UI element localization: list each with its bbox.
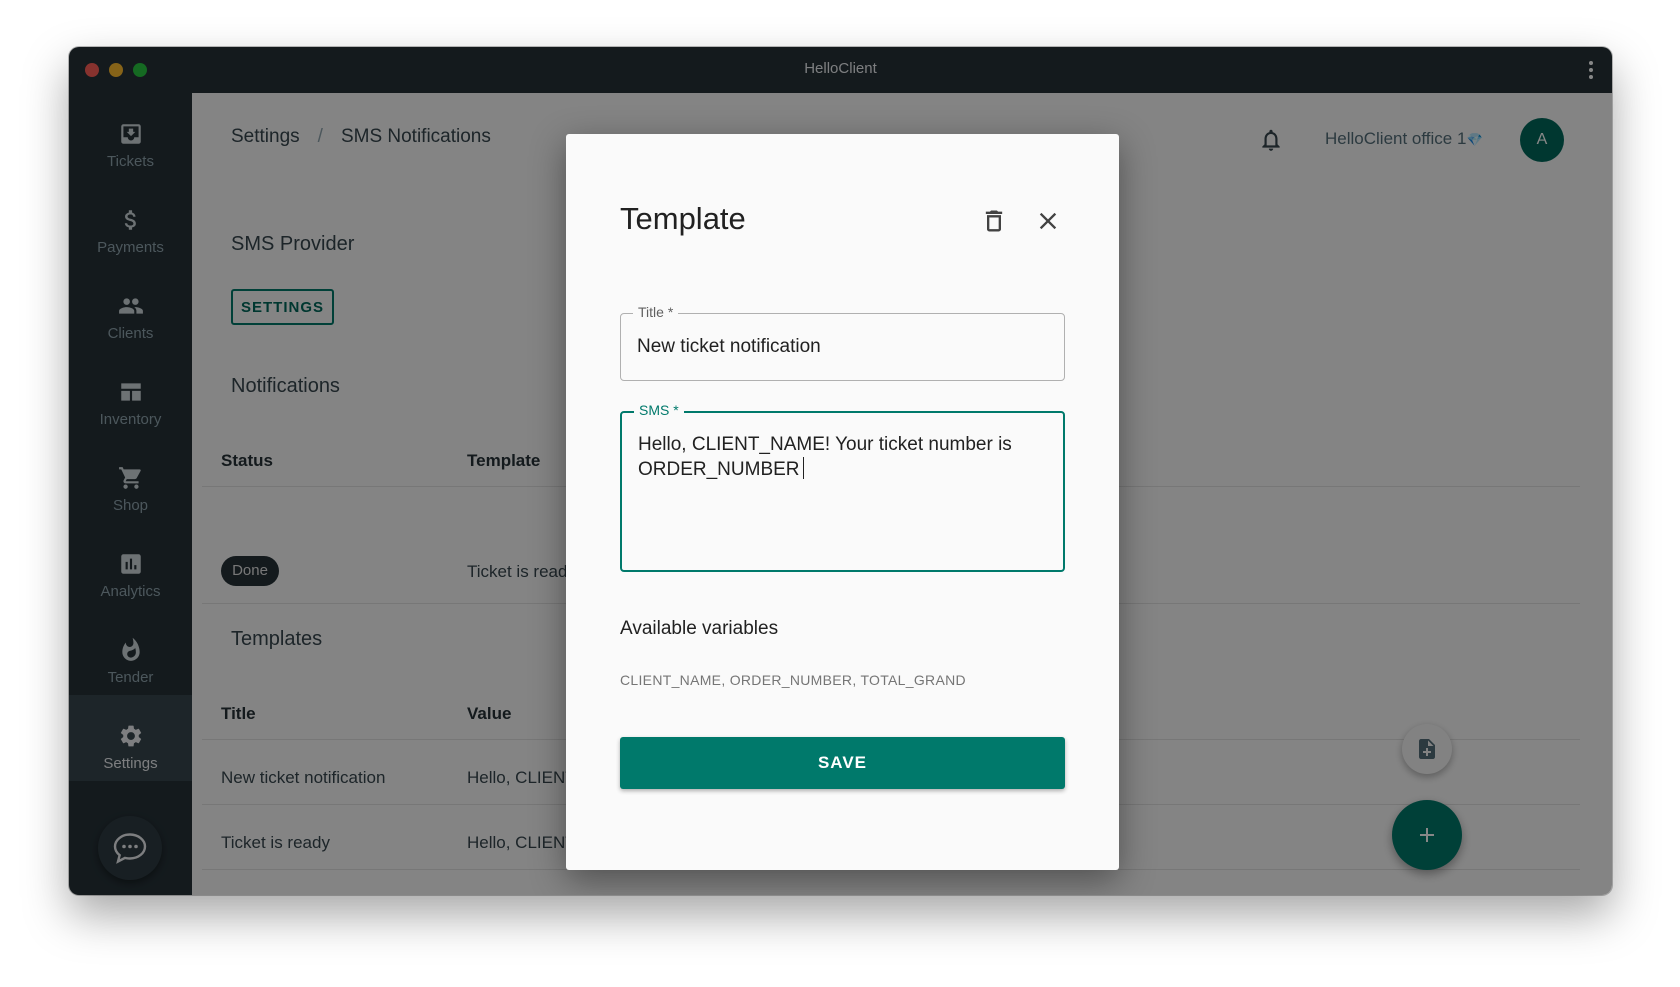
close-icon[interactable] <box>1034 207 1062 235</box>
save-button[interactable]: SAVE <box>620 737 1065 789</box>
sms-line-2-text: ORDER_NUMBER <box>638 459 800 480</box>
dialog-title: Template <box>620 201 746 236</box>
sms-field-label: SMS * <box>634 402 684 418</box>
title-field-value: New ticket notification <box>637 336 821 357</box>
variables-list: CLIENT_NAME, ORDER_NUMBER, TOTAL_GRAND <box>620 672 966 688</box>
trash-icon[interactable] <box>980 207 1008 235</box>
title-field[interactable]: Title * New ticket notification <box>620 304 1065 381</box>
template-dialog: Template Title * New ticket notification… <box>566 134 1119 870</box>
sms-line-1: Hello, CLIENT_NAME! Your ticket number i… <box>638 434 1012 455</box>
sms-field-value: Hello, CLIENT_NAME! Your ticket number i… <box>638 433 1012 482</box>
sms-field[interactable]: SMS * Hello, CLIENT_NAME! Your ticket nu… <box>620 402 1065 572</box>
sms-line-2: ORDER_NUMBER <box>638 457 1012 482</box>
app-window: HelloClient Tickets Payments Clients Inv… <box>69 47 1612 895</box>
text-caret <box>802 457 804 479</box>
variables-title: Available variables <box>620 618 779 639</box>
title-field-label: Title * <box>633 304 679 320</box>
